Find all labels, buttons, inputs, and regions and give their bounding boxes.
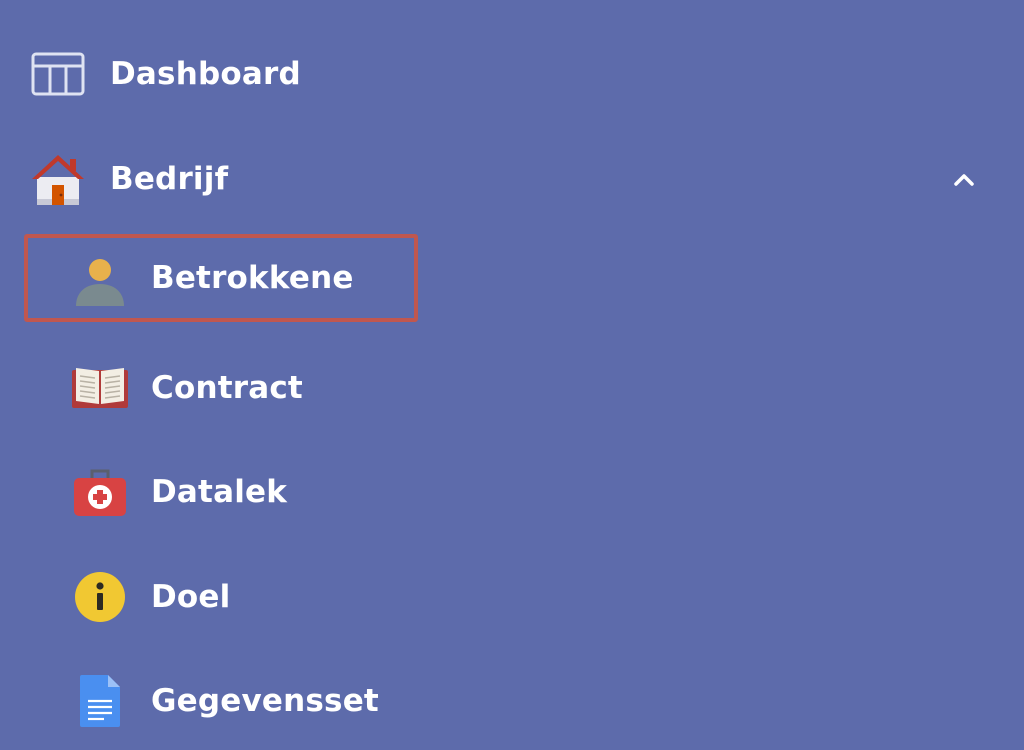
sidebar-nav: Dashboard Bedrijf Betrokkene Contract Da… — [0, 0, 1024, 750]
person-icon — [76, 259, 124, 306]
document-icon — [80, 675, 120, 727]
first-aid-kit-icon — [74, 469, 126, 516]
sidebar-item-label: Bedrijf — [110, 161, 229, 197]
sidebar-item-label: Dashboard — [110, 56, 301, 92]
sidebar-item-dashboard[interactable]: Dashboard — [0, 34, 1024, 114]
sidebar-item-label: Contract — [151, 370, 303, 406]
sidebar-subitem-doel[interactable]: Doel — [0, 557, 1024, 637]
sidebar-item-label: Doel — [151, 579, 231, 615]
sidebar-item-label: Datalek — [151, 474, 288, 510]
sidebar-subitem-datalek[interactable]: Datalek — [0, 452, 1024, 532]
chevron-up-icon[interactable] — [950, 166, 978, 194]
dashboard-layout-icon — [31, 52, 85, 96]
sidebar-item-label: Betrokkene — [151, 260, 354, 296]
sidebar-subitem-contract[interactable]: Contract — [0, 348, 1024, 428]
sidebar-item-bedrijf[interactable]: Bedrijf — [0, 139, 1024, 219]
sidebar-item-label: Gegevensset — [151, 683, 379, 719]
open-book-icon — [72, 368, 128, 408]
info-icon — [75, 572, 125, 622]
sidebar-subitem-gegevensset[interactable]: Gegevensset — [0, 661, 1024, 741]
house-icon — [32, 155, 84, 205]
sidebar-subitem-betrokkene[interactable]: Betrokkene — [24, 238, 418, 318]
